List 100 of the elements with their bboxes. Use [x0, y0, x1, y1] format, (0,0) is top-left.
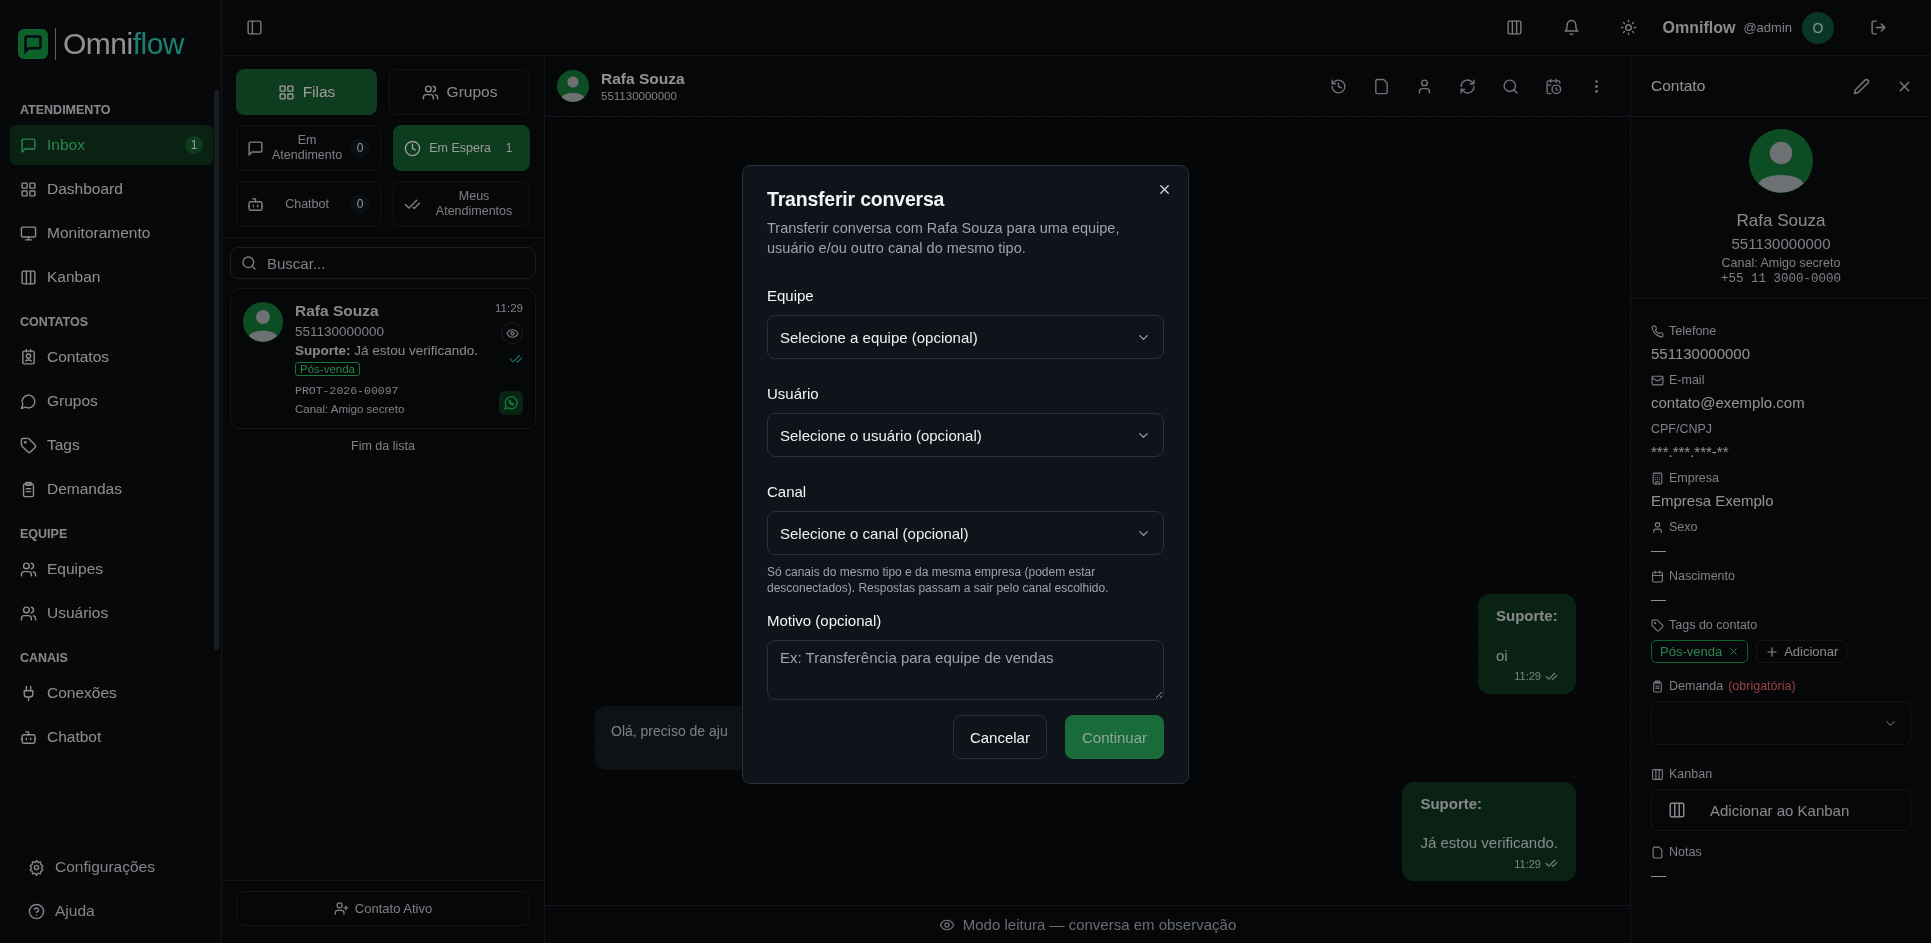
add-to-kanban-button[interactable]: Adicionar ao Kanban	[1651, 789, 1911, 831]
phone-icon	[1651, 324, 1664, 338]
mail-icon	[1651, 373, 1664, 387]
columns-icon	[20, 268, 37, 286]
section-heading: EQUIPE	[19, 526, 69, 543]
view-tab[interactable]: Grupos	[389, 69, 530, 115]
filter-button[interactable]: Em Atendimento 0	[236, 125, 382, 171]
message-text: oi	[1496, 645, 1509, 666]
refresh-icon[interactable]	[1459, 77, 1476, 95]
field-label: Tags do contato	[1669, 618, 1758, 632]
logo-icon	[18, 29, 48, 59]
file-icon	[1651, 845, 1664, 859]
section-heading: ATENDIMENTO	[19, 102, 112, 119]
unread-count: 1	[185, 136, 203, 154]
plus-icon	[1765, 644, 1780, 659]
tag-icon	[20, 436, 37, 454]
avatar-silhouette	[557, 70, 589, 102]
formatted-phone: +55 11 3000-0000	[1721, 272, 1841, 286]
nav-item[interactable]: Conexões	[10, 673, 213, 713]
field-label: Sexo	[1669, 520, 1698, 534]
nav-item[interactable]: Usuários	[10, 593, 213, 633]
tag-chip[interactable]: Pós-venda	[1651, 640, 1749, 663]
select-field[interactable]: Selecione o usuário (opcional)	[767, 413, 1164, 457]
sun-icon[interactable]	[1619, 19, 1637, 36]
bell-icon[interactable]	[1562, 19, 1580, 36]
pencil-icon[interactable]	[1853, 77, 1870, 95]
user-handle: @admin	[1743, 20, 1792, 35]
select-field[interactable]: Selecione o canal (opcional)	[767, 511, 1164, 555]
users-icon	[421, 83, 439, 101]
columns-icon[interactable]	[1505, 19, 1523, 36]
nav-item[interactable]: Equipes	[10, 549, 213, 589]
search-field[interactable]: Buscar...	[230, 247, 536, 279]
double-check-icon	[509, 352, 523, 366]
nav-item[interactable]: Grupos	[10, 381, 213, 421]
field-label: Usuário	[767, 385, 820, 402]
user-icon	[1651, 520, 1664, 534]
filter-button[interactable]: Em Espera 1	[393, 125, 530, 171]
nav-item[interactable]: Dashboard	[10, 169, 213, 209]
message-time: 11:29	[1514, 669, 1541, 684]
chat-contact-phone: 551130000000	[601, 90, 678, 102]
field-label: Canal	[767, 483, 808, 500]
clipboard-icon	[20, 480, 37, 498]
nav-item[interactable]: Configurações	[10, 847, 213, 887]
user-name: Omniflow	[1662, 18, 1736, 37]
nav-item[interactable]: Ajuda	[10, 891, 213, 931]
columns-icon	[1651, 767, 1664, 781]
nav-item[interactable]: Inbox 1	[10, 125, 213, 165]
nav-item[interactable]: Kanban	[10, 257, 213, 297]
view-tab[interactable]: Filas	[236, 69, 377, 115]
settings-icon	[28, 858, 45, 876]
building-icon	[1651, 471, 1664, 485]
history-icon[interactable]	[1330, 77, 1347, 95]
nav-item[interactable]: Demandas	[10, 469, 213, 509]
channel-label: Canal: Amigo secreto	[295, 403, 406, 415]
scrollbar[interactable]	[214, 90, 219, 650]
user-icon[interactable]	[1416, 77, 1433, 95]
filter-button[interactable]: Chatbot 0	[236, 181, 382, 227]
avatar-silhouette	[243, 302, 283, 342]
logout-icon[interactable]	[1870, 19, 1887, 36]
queue-count: 0	[350, 138, 371, 158]
add-tag-button[interactable]: Adicionar	[1756, 640, 1848, 663]
field-value: —	[1651, 866, 1667, 883]
close-button[interactable]	[1157, 182, 1172, 197]
user-avatar[interactable]: O	[1802, 11, 1834, 44]
nav-item[interactable]: Chatbot	[10, 717, 213, 757]
message-icon	[20, 136, 37, 154]
select-field[interactable]: Selecione a equipe (opcional)	[767, 315, 1164, 359]
field-label: Empresa	[1669, 471, 1720, 485]
conversation-card[interactable]: Rafa Souza 551130000000 Suporte: Já estou verificando. Pós-venda PROT-2026-00097 Canal: Amigo secreto 11:29	[230, 288, 536, 429]
calendar-clock-icon[interactable]	[1545, 77, 1562, 95]
file-icon[interactable]	[1373, 77, 1390, 95]
nav-item[interactable]: Tags	[10, 425, 213, 465]
required-note: (obrigatória)	[1728, 679, 1796, 693]
clock-icon	[404, 139, 422, 157]
new-contact-button[interactable]: Contato Ativo	[236, 891, 530, 926]
last-message: Suporte: Já estou verificando.	[295, 343, 480, 358]
users-icon	[20, 604, 37, 622]
field-label: CPF/CNPJ	[1651, 422, 1713, 436]
filter-button[interactable]: Meus Atendimentos	[393, 181, 530, 227]
search-icon[interactable]	[1502, 77, 1519, 95]
dialog-title: Transferir conversa	[767, 188, 946, 211]
tag-icon	[1651, 618, 1664, 632]
reason-field[interactable]: Ex: Transferência para equipe de vendas	[767, 640, 1164, 700]
field-value: Empresa Exemplo	[1651, 492, 1775, 509]
section-heading: CONTATOS	[19, 314, 90, 331]
contact-card-icon	[20, 348, 37, 366]
nav-item[interactable]: Contatos	[10, 337, 213, 377]
robot-icon	[20, 728, 37, 746]
message-sender: Suporte:	[1496, 606, 1558, 626]
field-value: 551130000000	[1651, 345, 1751, 362]
queue-count: 1	[504, 140, 514, 157]
nav-item[interactable]: Monitoramento	[10, 213, 213, 253]
field-value: —	[1651, 541, 1667, 558]
tag-label: Pós-venda	[295, 362, 360, 376]
close-icon[interactable]	[1728, 646, 1740, 657]
grid-icon	[277, 83, 295, 101]
queue-count: 0	[350, 194, 371, 214]
cancel-button[interactable]: Cancelar	[952, 715, 1047, 759]
sidebar-toggle-icon[interactable]	[246, 19, 263, 36]
dialog-description: Transferir conversa com Rafa Souza para uma equipe, usuário e/ou outro canal do mesmo tipo.	[767, 219, 1121, 258]
